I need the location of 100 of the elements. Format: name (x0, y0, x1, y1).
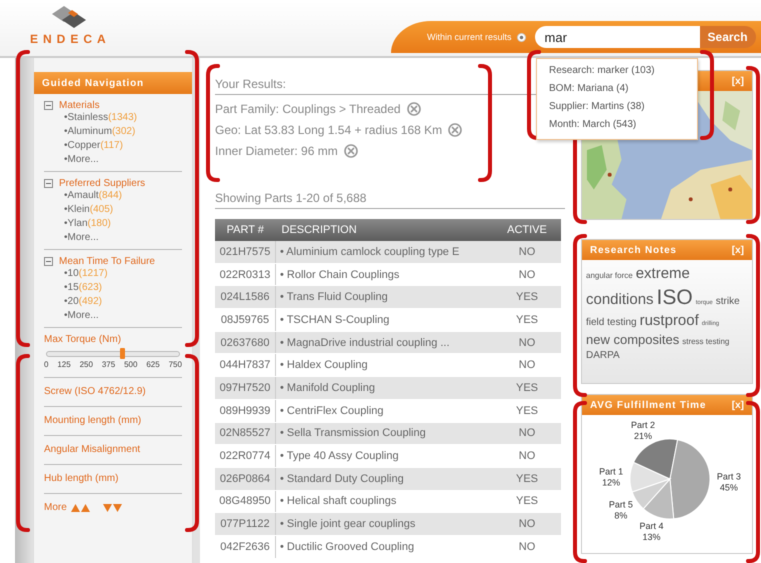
table-cell: • Manifold Coupling (276, 376, 493, 400)
results-summary: Showing Parts 1-20 of 5,688 (215, 191, 565, 209)
table-cell: YES (493, 286, 561, 309)
tick-label: 375 (102, 360, 116, 369)
collapse-icon[interactable] (44, 257, 53, 266)
table-cell: NO (493, 241, 561, 264)
tick-label: 625 (146, 360, 160, 369)
table-cell: 024L1586 (215, 286, 276, 309)
filter-link[interactable]: Mounting length (mm) (44, 415, 142, 426)
facet-item[interactable]: •10(1217) (64, 267, 182, 281)
filter-link[interactable]: Screw (ISO 4762/12.9) (44, 386, 146, 397)
tag-link[interactable]: strike (716, 296, 740, 308)
facet-title[interactable]: Materials (59, 100, 100, 111)
table-cell: • Aluminium camlock coupling type E (276, 241, 493, 264)
table-cell: • Sella Transmission Coupling (276, 422, 493, 445)
remove-icon[interactable] (448, 123, 462, 137)
suggestion-item[interactable]: Supplier: Martins (38) (537, 98, 697, 116)
facet-item[interactable]: •Stainless(1343) (64, 111, 182, 125)
tag-link[interactable]: extreme (636, 265, 690, 283)
table-cell: • Ductilic Grooved Coupling (276, 535, 493, 558)
tag-link[interactable]: new composites (586, 332, 680, 348)
table-cell: NO (493, 331, 561, 354)
table-cell: 02N85527 (215, 422, 276, 445)
facet-item[interactable]: •Amault(844) (64, 189, 182, 203)
table-cell: • Single joint gear couplings (276, 512, 493, 536)
collapse-icon[interactable] (44, 101, 53, 110)
collapse-icon[interactable] (44, 179, 53, 188)
table-cell: 077P1122 (215, 512, 276, 536)
facet-item[interactable]: •Ylan(180) (64, 217, 182, 231)
suggestion-item[interactable]: Research: marker (103) (537, 62, 697, 80)
facet-item[interactable]: •More... (64, 231, 182, 245)
slice-label: Part 5 8% (608, 499, 633, 520)
tag-link[interactable]: rustproof (640, 312, 699, 330)
table-cell: 097H7520 (215, 376, 276, 400)
table-cell: • Trans Fluid Coupling (276, 286, 493, 309)
table-cell: YES (493, 308, 561, 332)
logo-text: ENDECA (30, 32, 111, 46)
table-cell: • TSCHAN S-Coupling (276, 308, 493, 332)
table-cell: YES (493, 467, 561, 490)
table-cell: YES (493, 399, 561, 422)
filter-link[interactable]: Hub length (mm) (44, 473, 118, 484)
panel-title: Guided Navigation (42, 78, 144, 88)
table-cell: 026P0864 (215, 467, 276, 490)
expand-up-icon[interactable] (70, 504, 91, 512)
remove-icon[interactable] (406, 102, 421, 116)
facet-title[interactable]: Preferred Suppliers (59, 178, 146, 189)
panel-title: Research Notes (590, 244, 677, 256)
tick-label: 750 (168, 360, 182, 369)
slice-label: Part 1 12% (599, 466, 624, 488)
slider-thumb[interactable] (120, 348, 126, 359)
panel-title: AVG Fulfillment Time (590, 400, 706, 410)
facet-item[interactable]: •Copper(117) (64, 139, 182, 153)
table-cell: • Standard Duty Coupling (276, 467, 493, 490)
tag-link[interactable]: angular force (586, 271, 633, 281)
slider-track[interactable] (46, 351, 180, 357)
tag-link[interactable]: stress testing (682, 337, 730, 347)
suggestion-item[interactable]: Month: March (543) (537, 116, 697, 134)
table-cell: NO (493, 444, 561, 468)
facet-item[interactable]: •15(623) (64, 281, 182, 295)
facet-item[interactable]: •20(492) (64, 295, 182, 309)
tag-link[interactable]: field testing (586, 317, 637, 330)
table-cell: YES (493, 376, 561, 400)
slice-label: Part 4 13% (640, 521, 664, 542)
table-cell: 08J59765 (215, 308, 276, 332)
tag-link[interactable]: DARPA (586, 350, 620, 362)
facet-item[interactable]: •More... (64, 309, 182, 323)
tag-link[interactable]: ISO (656, 285, 693, 310)
facet-item[interactable]: •Klein(405) (64, 203, 182, 217)
table-cell: 022R0774 (215, 444, 276, 468)
facet-item[interactable]: •Aluminum(302) (64, 125, 182, 139)
suggestion-item[interactable]: BOM: Mariana (4) (537, 80, 697, 98)
search-field[interactable]: mar (534, 26, 700, 48)
table-cell: • Type 40 Assy Coupling (276, 444, 493, 468)
table-cell: • MagnaDrive industrial coupling ... (276, 331, 493, 354)
column-header: PART # (215, 219, 276, 241)
filter-link[interactable]: Angular Misalignment (44, 444, 140, 455)
slice-label: Part 3 45% (716, 472, 741, 493)
more-link[interactable]: More (44, 502, 67, 513)
facet-item[interactable]: •More... (64, 153, 182, 167)
table-cell: NO (493, 422, 561, 445)
remove-icon[interactable] (344, 144, 358, 158)
search-button[interactable]: Search (700, 26, 756, 48)
slice-label: Part 2 21% (631, 420, 656, 442)
slider-label: Max Torque (Nm) (44, 334, 122, 345)
tag-link[interactable]: conditions (586, 291, 654, 309)
table-cell: 042F2636 (215, 535, 276, 558)
table-cell: 021H7575 (215, 241, 276, 264)
table-cell: • CentriFlex Coupling (276, 399, 493, 422)
facet-title[interactable]: Mean Time To Failure (59, 256, 155, 267)
table-cell: NO (493, 512, 561, 536)
table-cell: 089H9939 (215, 399, 276, 422)
column-header: ACTIVE (493, 219, 561, 241)
table-cell: NO (493, 535, 561, 558)
tick-label: 500 (124, 360, 138, 369)
collapse-down-icon[interactable] (102, 504, 123, 512)
column-header: DESCRIPTION (276, 219, 493, 241)
breadcrumb-text: Inner Diameter: 96 mm (215, 144, 338, 158)
breadcrumb-text: Part Family: Couplings > Threaded (215, 102, 401, 116)
tick-label: 125 (57, 360, 71, 369)
scope-radio[interactable] (516, 32, 526, 42)
